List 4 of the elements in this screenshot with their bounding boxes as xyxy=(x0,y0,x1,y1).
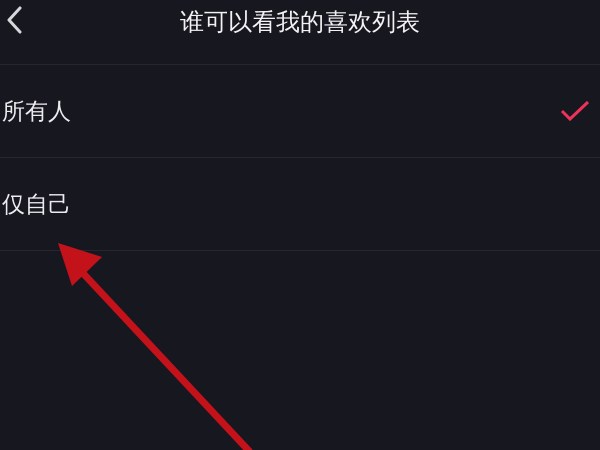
back-icon[interactable] xyxy=(6,6,22,34)
option-label: 所有人 xyxy=(2,98,71,126)
option-label: 仅自己 xyxy=(2,190,71,220)
page-title: 谁可以看我的喜欢列表 xyxy=(180,7,420,38)
